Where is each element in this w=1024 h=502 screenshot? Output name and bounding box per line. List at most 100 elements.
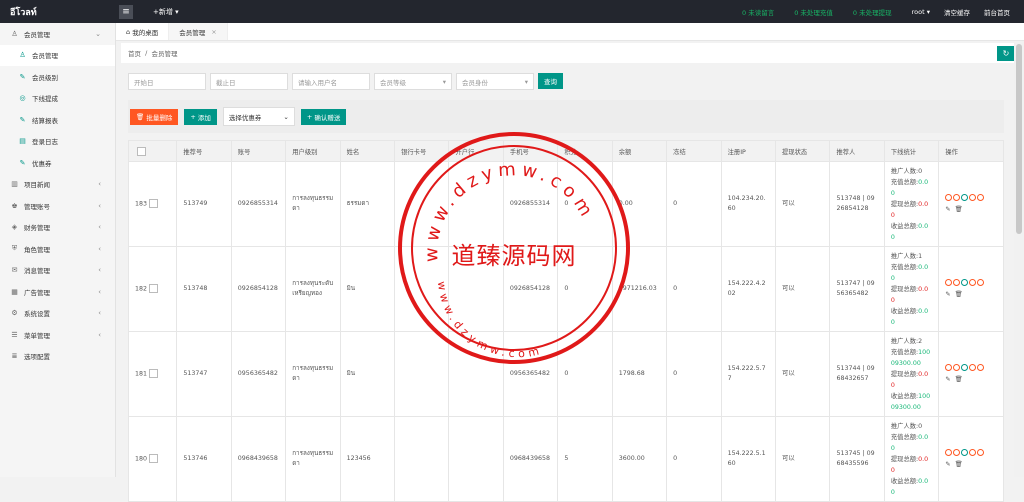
- app-logo: อีโวลท์: [10, 7, 37, 18]
- search-icon[interactable]: [953, 278, 961, 286]
- shield-icon: ⛨: [11, 244, 18, 253]
- cell-bank: [394, 161, 450, 247]
- money-icon[interactable]: [969, 448, 977, 456]
- sidebar-item-label: 结算报表: [32, 116, 58, 125]
- check-icon[interactable]: [961, 448, 969, 456]
- info-icon[interactable]: [945, 278, 953, 286]
- close-icon[interactable]: ×: [211, 28, 216, 36]
- sidebar-item-2[interactable]: ✎ 会员级别: [0, 66, 115, 88]
- cell-name: ธรรมดา: [339, 161, 396, 247]
- sidebar-item-11[interactable]: ✉ 消息管理 ‹: [0, 260, 115, 282]
- scrollbar-thumb[interactable]: [1016, 44, 1022, 234]
- pending-withdraw-link[interactable]: 0 未处理提现: [853, 7, 892, 17]
- book-icon: ▥: [11, 180, 18, 189]
- sidebar-item-0[interactable]: ♙ 会员管理 ⌄: [0, 23, 115, 45]
- cell-ref: 513749: [176, 161, 232, 247]
- tab-member-management[interactable]: 会员管理 ×: [169, 23, 228, 40]
- cell-phone: 0956365482: [502, 331, 559, 417]
- sidebar-item-label: 系统设置: [24, 310, 50, 319]
- add-button[interactable]: + 添加: [184, 108, 217, 125]
- row-checkbox[interactable]: [149, 368, 159, 378]
- column-header: 提现状态: [775, 140, 831, 162]
- refresh-button[interactable]: ↻: [997, 46, 1015, 61]
- sidebar-item-13[interactable]: ⚙ 系统设置 ‹: [0, 303, 115, 325]
- delete-icon[interactable]: 🗑: [955, 206, 964, 213]
- unread-messages-link[interactable]: 0 未读留言: [742, 7, 774, 17]
- action-bar: 🗑 批量删除 + 添加 选择优惠券 ⌄ + 确认赠送: [128, 100, 1004, 133]
- breadcrumb-home[interactable]: 首页: [128, 48, 141, 58]
- delete-icon[interactable]: 🗑: [955, 376, 964, 383]
- tag-icon[interactable]: [977, 193, 985, 201]
- edit-icon[interactable]: ✎: [945, 291, 951, 298]
- chevron-left-icon: ‹: [98, 330, 101, 339]
- row-checkbox[interactable]: [149, 198, 159, 208]
- check-icon[interactable]: [961, 278, 969, 286]
- new-dropdown[interactable]: +新增 ▾: [153, 7, 179, 17]
- edit-icon[interactable]: ✎: [945, 206, 951, 213]
- tag-icon[interactable]: [977, 278, 985, 286]
- clear-cache-link[interactable]: 清空缓存: [944, 7, 970, 17]
- member-identity-select[interactable]: 会员身份 ▾: [456, 73, 534, 90]
- sidebar-item-4[interactable]: ✎ 结算报表: [0, 109, 115, 131]
- row-checkbox[interactable]: [149, 453, 159, 463]
- scrollbar[interactable]: [1014, 41, 1024, 477]
- plus-icon: +: [190, 112, 198, 121]
- sidebar-item-14[interactable]: ☰ 菜单管理 ‹: [0, 324, 115, 346]
- sidebar-item-5[interactable]: ▤ 登录日志: [0, 131, 115, 153]
- refresh-icon: ↻: [1002, 49, 1010, 58]
- cell-referrer: 513747 | 0956365482: [829, 246, 885, 332]
- menu-toggle-button[interactable]: ≡: [119, 4, 133, 19]
- chevron-left-icon: ‹: [98, 287, 101, 296]
- confirm-gift-button[interactable]: + 确认赠送: [300, 108, 347, 125]
- file-icon: ▤: [19, 137, 26, 146]
- delete-icon[interactable]: 🗑: [955, 291, 964, 298]
- search-icon[interactable]: [953, 363, 961, 371]
- frontend-home-link[interactable]: 前台首页: [984, 7, 1010, 17]
- sidebar-item-6[interactable]: ✎ 优惠券: [0, 152, 115, 174]
- info-icon[interactable]: [945, 193, 953, 201]
- start-date-input[interactable]: 开始日: [128, 73, 206, 90]
- cell-bank: [394, 246, 450, 332]
- table-row: 183 513749 0926855314 การลงทุนธรรมดา ธรรมดา 0…: [127, 161, 1004, 247]
- money-icon[interactable]: [969, 278, 977, 286]
- edit-icon: ✎: [19, 158, 26, 167]
- delete-icon[interactable]: 🗑: [955, 461, 964, 468]
- edit-icon[interactable]: ✎: [945, 376, 951, 383]
- money-icon[interactable]: [969, 193, 977, 201]
- row-checkbox[interactable]: [149, 283, 159, 293]
- member-level-select[interactable]: 会员等级 ▾: [374, 73, 452, 90]
- top-bar: อีโวลท์ ≡ +新增 ▾ 0 未读留言 0 未处理充值 0 未处理提现 r…: [0, 0, 1024, 23]
- search-icon[interactable]: [953, 193, 961, 201]
- sidebar-item-7[interactable]: ▥ 项目新闻 ‹: [0, 174, 115, 196]
- sidebar-item-8[interactable]: ♚ 管理账号 ‹: [0, 195, 115, 217]
- username-input[interactable]: 请输入用户名: [292, 73, 370, 90]
- end-date-input[interactable]: 截止日: [210, 73, 288, 90]
- select-all-checkbox[interactable]: [137, 146, 146, 156]
- check-icon[interactable]: [961, 363, 969, 371]
- info-icon[interactable]: [945, 448, 953, 456]
- sidebar-item-10[interactable]: ⛨ 角色管理 ‹: [0, 238, 115, 260]
- info-icon[interactable]: [945, 363, 953, 371]
- user-menu[interactable]: root ▾: [912, 8, 930, 16]
- sidebar-item-1[interactable]: ♙ 会员管理: [0, 44, 115, 66]
- check-icon[interactable]: [961, 193, 969, 201]
- plus-icon: +: [306, 112, 315, 121]
- edit-icon[interactable]: ✎: [945, 461, 951, 468]
- cell-name: มิน: [339, 246, 396, 332]
- search-button[interactable]: 查询: [538, 73, 563, 89]
- batch-delete-button[interactable]: 🗑 批量删除: [130, 108, 179, 125]
- sidebar-item-9[interactable]: ◈ 财务管理 ‹: [0, 217, 115, 239]
- sidebar-item-15[interactable]: ≣ 选项配置: [0, 346, 115, 368]
- search-icon[interactable]: [953, 448, 961, 456]
- tag-icon[interactable]: [977, 363, 985, 371]
- coupon-select[interactable]: 选择优惠券 ⌄: [222, 107, 295, 126]
- pending-recharge-link[interactable]: 0 未处理充值: [794, 7, 833, 17]
- chevron-left-icon: ‹: [98, 223, 101, 232]
- tab-desktop[interactable]: ⌂ 我的桌面: [116, 23, 170, 40]
- sidebar-item-3[interactable]: ◎ 下线提成: [0, 88, 115, 110]
- money-icon[interactable]: [969, 363, 977, 371]
- tag-icon[interactable]: [977, 448, 985, 456]
- chevron-down-icon: ⌄: [95, 29, 101, 38]
- sidebar-item-12[interactable]: ▦ 广告管理 ‹: [0, 281, 115, 303]
- cell-branch: [448, 161, 504, 247]
